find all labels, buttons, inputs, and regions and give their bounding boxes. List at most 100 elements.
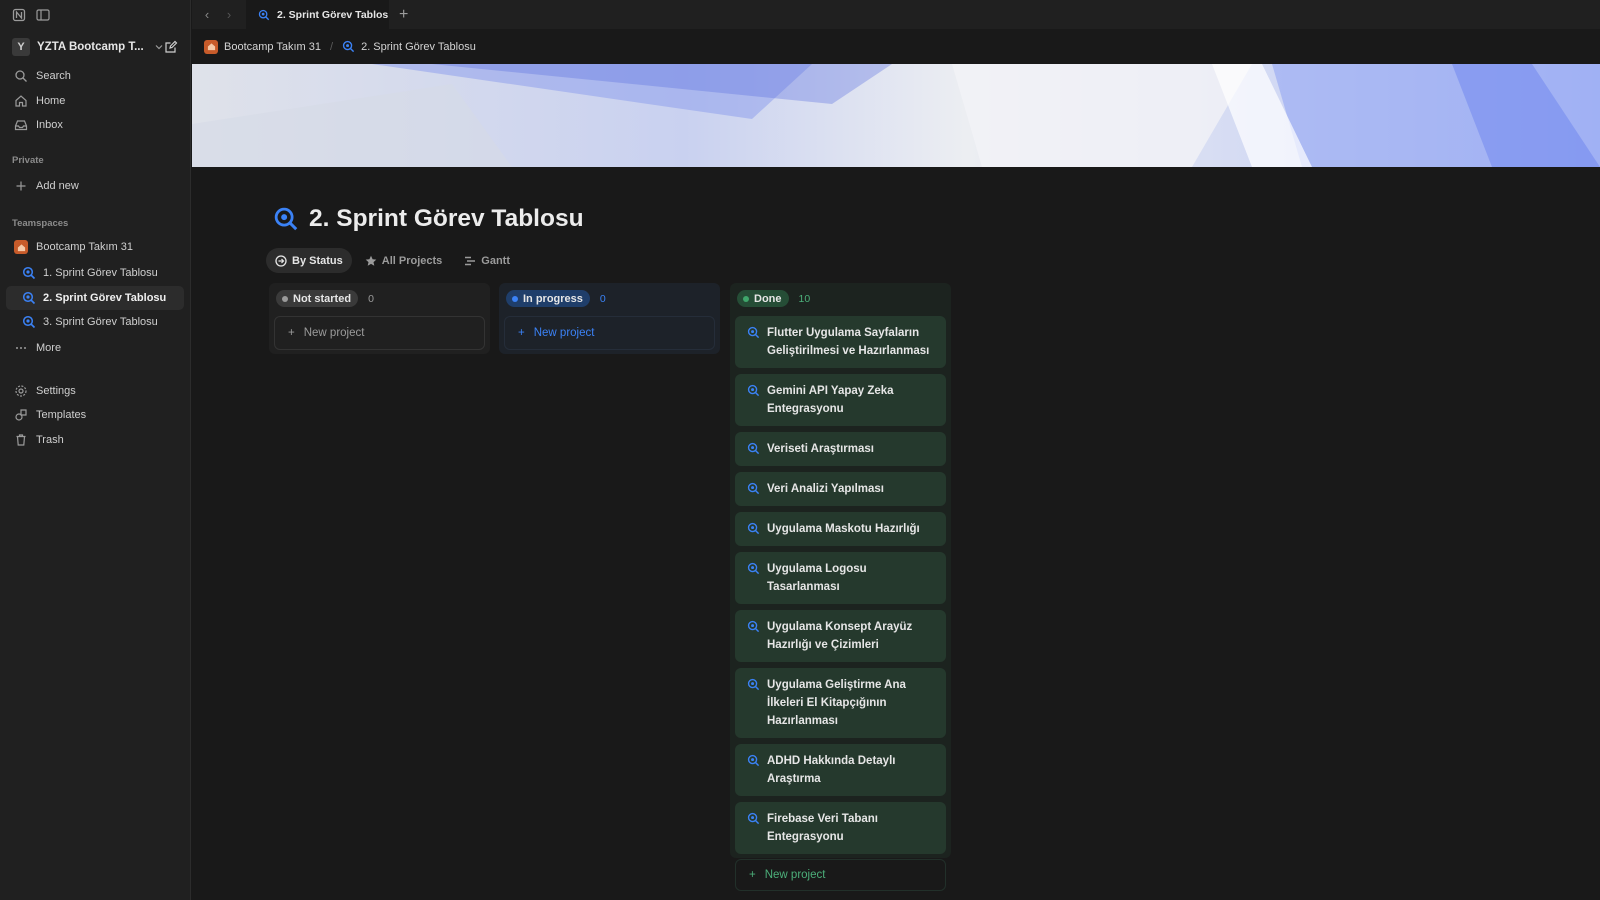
project-card[interactable]: Veri Analizi Yapılması — [735, 472, 946, 506]
status-badge[interactable]: Done — [737, 290, 789, 307]
project-target-icon — [747, 754, 760, 767]
card-title: Flutter Uygulama Sayfaların Geliştirilme… — [767, 327, 930, 357]
new-project-button[interactable]: + New project — [735, 859, 946, 891]
back-arrow-icon[interactable]: ‹ — [196, 0, 218, 29]
sidebar-item-label: More — [36, 342, 62, 354]
project-card[interactable]: ADHD Hakkında Detaylı Araştırma — [735, 744, 946, 796]
project-target-icon — [747, 620, 760, 633]
tab-title: 2. Sprint Görev Tablos... — [277, 8, 389, 21]
project-target-icon — [747, 522, 760, 535]
sidebar-item-label: Inbox — [36, 119, 63, 131]
sidebar-item-settings[interactable]: Settings — [6, 379, 184, 403]
status-dot — [512, 295, 518, 302]
timeline-icon — [465, 256, 476, 265]
card-title: ADHD Hakkında Detaylı Araştırma — [767, 755, 896, 785]
browser-tab-active[interactable]: 2. Sprint Görev Tablos... — [246, 0, 389, 29]
new-tab-button[interactable]: + — [399, 6, 408, 24]
column-header: Not started 0 — [274, 289, 485, 308]
cover-graphic — [192, 64, 1600, 167]
project-card[interactable]: Uygulama Logosu Tasarlanması — [735, 552, 946, 604]
workspace-name: YZTA Bootcamp T... — [37, 41, 144, 53]
sidebar-item-label: Templates — [36, 409, 87, 421]
sidebar-top-bar — [0, 0, 190, 29]
sidebar-item-home[interactable]: Home — [6, 89, 184, 113]
card-title: Firebase Veri Tabanı Entegrasyonu — [767, 813, 879, 843]
sidebar-item-label: 1. Sprint Görev Tablosu — [43, 267, 158, 279]
card-title: Uygulama Maskotu Hazırlığı — [767, 523, 920, 535]
status-dot — [282, 295, 288, 302]
column-header: In progress 0 — [504, 289, 715, 308]
workspace-switcher[interactable]: Y YZTA Bootcamp T... — [12, 37, 180, 57]
breadcrumb-label: 2. Sprint Görev Tablosu — [361, 40, 476, 53]
sidebar-item-label: 3. Sprint Görev Tablosu — [43, 316, 158, 328]
section-label-private: Private — [12, 155, 44, 166]
project-card[interactable]: Gemini API Yapay Zeka Entegrasyonu — [735, 374, 946, 426]
new-project-label: New project — [303, 327, 365, 339]
status-dot — [743, 295, 749, 302]
sidebar-item-search[interactable]: Search — [6, 64, 184, 88]
new-page-icon[interactable] — [164, 40, 178, 54]
project-card[interactable]: Uygulama Maskotu Hazırlığı — [735, 512, 946, 546]
project-card[interactable]: Uygulama Konsept Arayüz Hazırlığı ve Çiz… — [735, 610, 946, 662]
sidebar-item-teamspace[interactable]: Bootcamp Takım 31 — [6, 235, 184, 259]
sidebar-item-label: Add new — [36, 180, 79, 192]
sidebar-item-inbox[interactable]: Inbox — [6, 113, 184, 137]
sidebar-item-add-new[interactable]: Add new — [6, 174, 184, 198]
page-title[interactable]: 2. Sprint Görev Tablosu — [309, 205, 584, 233]
status-badge[interactable]: In progress — [506, 290, 590, 307]
card-title: Uygulama Logosu Tasarlanması — [767, 563, 867, 593]
house-icon — [14, 240, 28, 254]
column-count: 10 — [798, 292, 811, 305]
status-label: In progress — [523, 292, 583, 305]
board-column-done: Done 10 Flutter Uygulama Sayfaların Geli… — [730, 283, 951, 891]
sidebar-item-label: 2. Sprint Görev Tablosu — [43, 292, 167, 304]
project-card[interactable]: Firebase Veri Tabanı Entegrasyonu — [735, 802, 946, 854]
sidebar-item-templates[interactable]: Templates — [6, 403, 184, 427]
sidebar-item-label: Settings — [36, 385, 76, 397]
status-badge[interactable]: Not started — [276, 290, 359, 307]
view-label: By Status — [292, 254, 343, 267]
project-target-icon — [747, 562, 760, 575]
project-target-icon[interactable] — [273, 206, 299, 232]
gear-icon — [15, 385, 27, 397]
breadcrumb-item-teamspace[interactable]: Bootcamp Takım 31 — [204, 39, 321, 54]
project-target-icon — [747, 384, 760, 397]
project-card[interactable]: Uygulama Geliştirme Ana İlkeleri El Kita… — [735, 668, 946, 738]
project-target-icon — [747, 678, 760, 691]
column-count: 0 — [368, 292, 374, 305]
sidebar-item-more[interactable]: More — [6, 336, 184, 360]
sidebar-item-label: Bootcamp Takım 31 — [36, 241, 134, 253]
page-title-block: 2. Sprint Görev Tablosu — [273, 205, 584, 233]
project-target-icon — [747, 812, 760, 825]
sidebar-item-sprint-1[interactable]: 1. Sprint Görev Tablosu — [6, 261, 184, 285]
column-count: 0 — [599, 292, 606, 305]
sidebar-toggle-icon[interactable] — [36, 8, 50, 22]
board-column-not-started: Not started 0 + New project — [269, 283, 490, 354]
tab-by-status[interactable]: By Status — [266, 248, 352, 273]
notion-logo-icon[interactable] — [12, 8, 26, 22]
new-project-button[interactable]: + New project — [504, 316, 715, 350]
tab-gantt[interactable]: Gantt — [455, 248, 519, 273]
new-project-label: New project — [764, 869, 826, 881]
tab-all-projects[interactable]: All Projects — [356, 248, 452, 273]
project-card[interactable]: Veriseti Araştırması — [735, 432, 946, 466]
breadcrumb: Bootcamp Takım 31 / 2. Sprint Görev Tabl… — [192, 29, 1600, 64]
forward-arrow-icon[interactable]: › — [218, 0, 240, 29]
project-target-icon — [22, 291, 36, 305]
sidebar-item-sprint-3[interactable]: 3. Sprint Görev Tablosu — [6, 310, 184, 334]
card-title: Gemini API Yapay Zeka Entegrasyonu — [767, 385, 894, 415]
tab-bar: ‹ › 2. Sprint Görev Tablos... + — [192, 0, 1600, 29]
plus-icon: + — [518, 327, 525, 339]
new-project-label: New project — [533, 327, 595, 339]
plus-icon: + — [288, 327, 295, 339]
page-cover-image[interactable] — [192, 64, 1600, 167]
project-card[interactable]: Flutter Uygulama Sayfaların Geliştirilme… — [735, 316, 946, 368]
new-project-button[interactable]: + New project — [274, 316, 485, 350]
view-label: All Projects — [381, 254, 443, 267]
sidebar-item-sprint-2[interactable]: 2. Sprint Görev Tablosu — [6, 286, 184, 310]
section-label-teamspaces: Teamspaces — [12, 218, 69, 229]
sidebar-item-trash[interactable]: Trash — [6, 428, 184, 452]
breadcrumb-item-page[interactable]: 2. Sprint Görev Tablosu — [342, 40, 476, 53]
view-label: Gantt — [481, 254, 511, 267]
project-target-icon — [747, 482, 760, 495]
